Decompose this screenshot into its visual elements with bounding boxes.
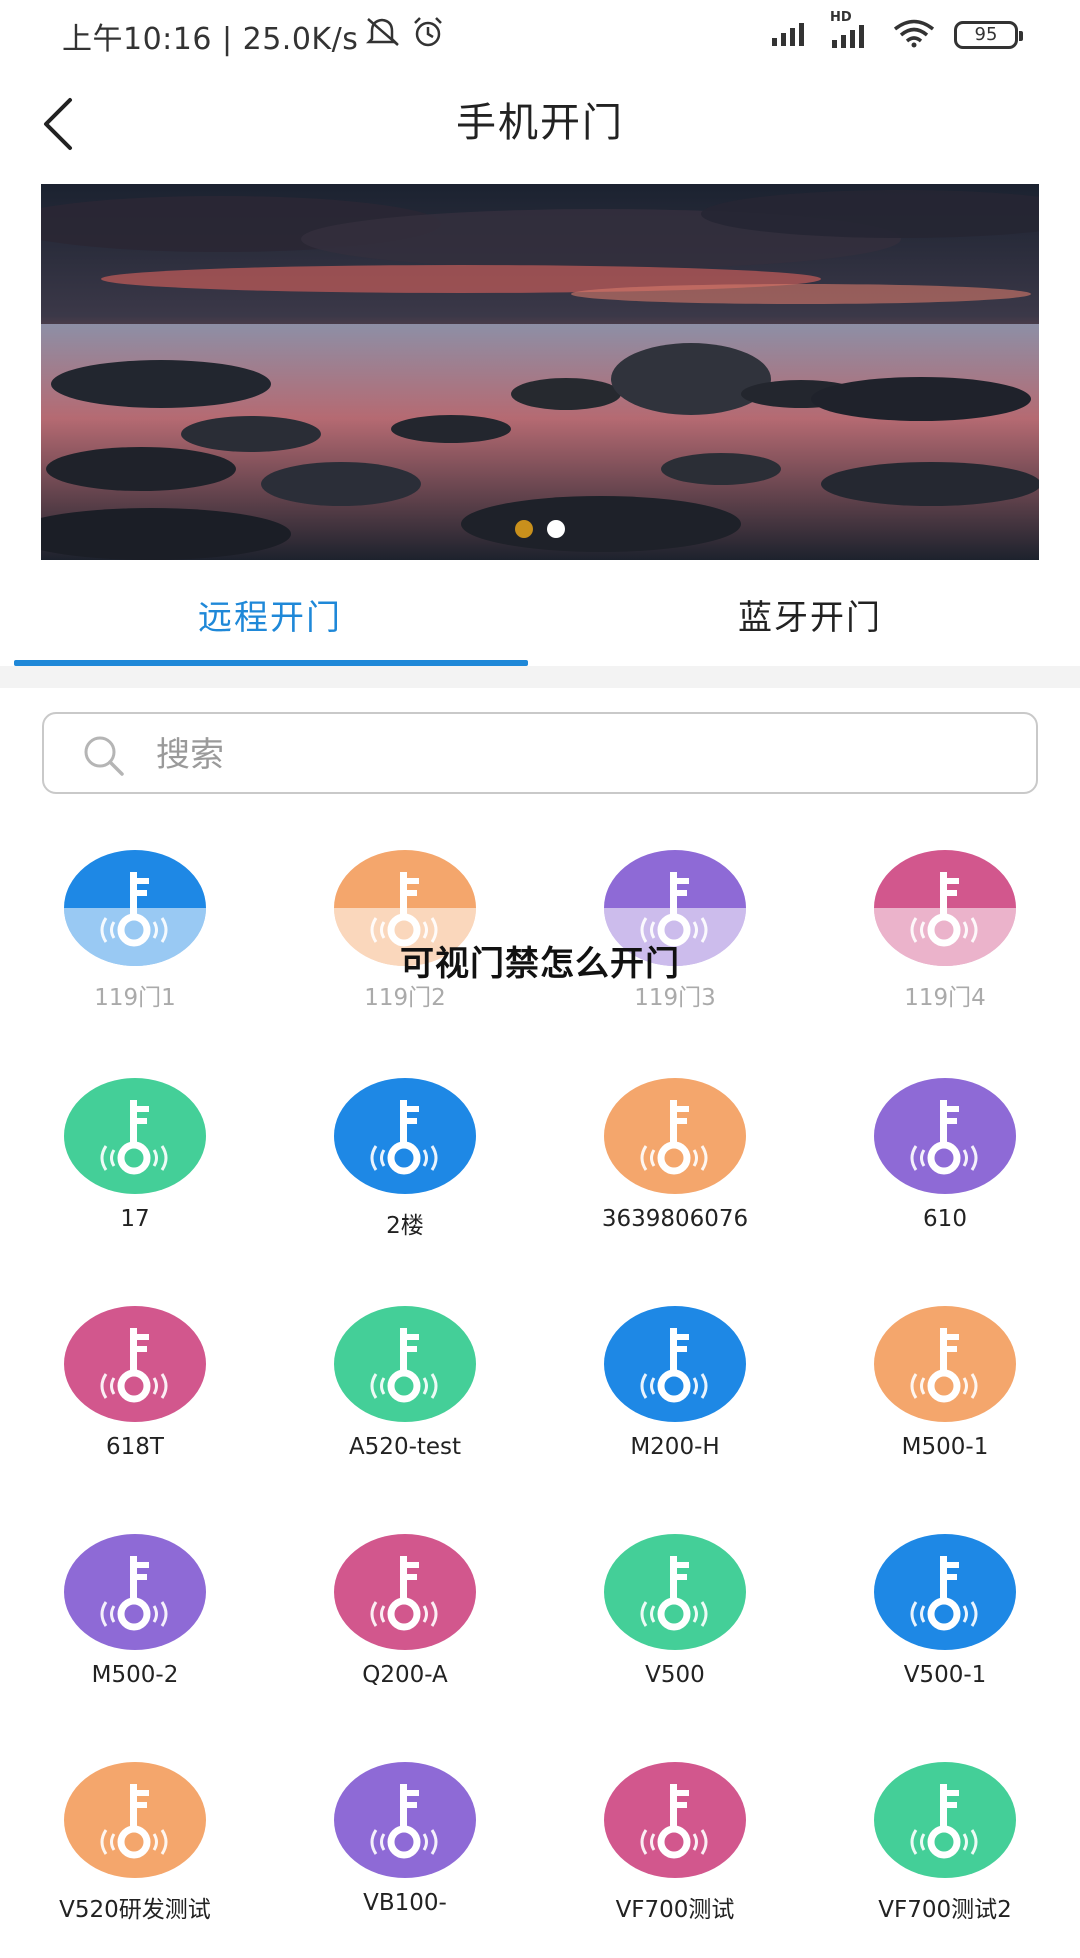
door-label: VF700测试2 bbox=[878, 1897, 1012, 1923]
door-label: V500 bbox=[645, 1662, 705, 1688]
signal-icon bbox=[770, 20, 812, 50]
alarm-icon bbox=[410, 15, 446, 57]
banner-carousel[interactable] bbox=[41, 184, 1039, 560]
door-item[interactable]: V520研发测试 bbox=[0, 1758, 270, 1958]
search-input[interactable] bbox=[154, 726, 1018, 784]
door-label: M500-2 bbox=[91, 1662, 179, 1688]
door-item[interactable]: M500-2 bbox=[0, 1530, 270, 1730]
battery-indicator: 95 bbox=[954, 21, 1023, 49]
banner-image bbox=[41, 184, 1039, 560]
door-label: A520-test bbox=[348, 1434, 462, 1460]
carousel-dots bbox=[41, 520, 1039, 538]
status-left: 上午10:16 | 25.0K/s bbox=[62, 14, 446, 58]
page-title: 手机开门 bbox=[456, 100, 624, 146]
status-bar: 上午10:16 | 25.0K/s HD 95 bbox=[0, 0, 1080, 72]
door-item[interactable]: 2楼 bbox=[270, 1074, 540, 1274]
door-label: 2楼 bbox=[386, 1213, 424, 1239]
key-icon bbox=[100, 1556, 168, 1631]
door-item[interactable]: V500-1 bbox=[810, 1530, 1080, 1730]
wifi-icon bbox=[892, 18, 936, 52]
key-icon bbox=[370, 1784, 438, 1859]
door-item[interactable]: V500 bbox=[540, 1530, 810, 1730]
key-icon bbox=[640, 1784, 708, 1859]
tab-bar: 远程开门 蓝牙开门 bbox=[0, 560, 1080, 666]
door-item[interactable]: 610 bbox=[810, 1074, 1080, 1274]
door-label: 3639806076 bbox=[601, 1206, 749, 1232]
key-icon bbox=[640, 1328, 708, 1403]
door-item[interactable]: Q200-A bbox=[270, 1530, 540, 1730]
key-icon bbox=[910, 1328, 978, 1403]
key-badge bbox=[604, 1078, 746, 1194]
key-badge bbox=[874, 1306, 1016, 1422]
overlay-caption: 可视门禁怎么开门 bbox=[400, 944, 680, 984]
header: 手机开门 bbox=[0, 72, 1080, 180]
section-divider bbox=[0, 666, 1080, 688]
key-icon bbox=[910, 1100, 978, 1175]
door-item[interactable]: M500-1 bbox=[810, 1302, 1080, 1502]
door-label: 618T bbox=[106, 1434, 164, 1460]
door-label: 17 bbox=[120, 1206, 150, 1232]
door-item[interactable]: M200-H bbox=[540, 1302, 810, 1502]
key-icon bbox=[640, 1556, 708, 1631]
door-item[interactable]: 3639806076 bbox=[540, 1074, 810, 1274]
status-right: HD 95 bbox=[770, 10, 1023, 52]
door-label: 610 bbox=[923, 1206, 967, 1232]
door-item[interactable]: 17 bbox=[0, 1074, 270, 1274]
door-label: Q200-A bbox=[362, 1662, 448, 1688]
door-item[interactable]: VF700测试2 bbox=[810, 1758, 1080, 1958]
key-badge bbox=[334, 1078, 476, 1194]
key-badge bbox=[64, 1306, 206, 1422]
door-item[interactable]: VB100- bbox=[270, 1758, 540, 1958]
door-item[interactable]: VF700测试 bbox=[540, 1758, 810, 1958]
door-label: V500-1 bbox=[903, 1662, 987, 1688]
key-icon bbox=[910, 1784, 978, 1859]
key-badge bbox=[334, 1306, 476, 1422]
carousel-dot[interactable] bbox=[547, 520, 565, 538]
key-badge bbox=[604, 1306, 746, 1422]
key-badge bbox=[334, 1762, 476, 1878]
door-label: VB100- bbox=[363, 1890, 447, 1916]
door-label: VF700测试 bbox=[615, 1897, 735, 1923]
key-icon bbox=[100, 1328, 168, 1403]
door-item[interactable]: A520-test bbox=[270, 1302, 540, 1502]
door-label: V520研发测试 bbox=[59, 1897, 211, 1923]
key-badge bbox=[604, 1762, 746, 1878]
key-badge bbox=[64, 1762, 206, 1878]
key-icon bbox=[100, 1100, 168, 1175]
tab-bluetooth-open[interactable]: 蓝牙开门 bbox=[540, 590, 1080, 639]
search-box[interactable] bbox=[42, 712, 1038, 794]
key-icon bbox=[370, 1556, 438, 1631]
battery-level: 95 bbox=[974, 24, 998, 45]
search-icon bbox=[80, 732, 128, 784]
door-label: M500-1 bbox=[901, 1434, 989, 1460]
mute-icon bbox=[364, 15, 404, 57]
key-icon bbox=[100, 1784, 168, 1859]
key-icon bbox=[910, 1556, 978, 1631]
key-badge bbox=[604, 1534, 746, 1650]
carousel-dot[interactable] bbox=[515, 520, 533, 538]
key-badge bbox=[874, 1762, 1016, 1878]
key-badge bbox=[874, 1078, 1016, 1194]
key-badge bbox=[334, 1534, 476, 1650]
key-badge bbox=[874, 1534, 1016, 1650]
key-icon bbox=[370, 1100, 438, 1175]
key-badge bbox=[64, 1534, 206, 1650]
key-badge bbox=[64, 1078, 206, 1194]
door-item[interactable]: 618T bbox=[0, 1302, 270, 1502]
tab-remote-open[interactable]: 远程开门 bbox=[0, 590, 540, 639]
status-time-speed: 上午10:16 | 25.0K/s bbox=[62, 22, 359, 57]
signal-hd-icon: HD bbox=[830, 10, 874, 52]
door-label: M200-H bbox=[630, 1434, 720, 1460]
key-icon bbox=[370, 1328, 438, 1403]
key-icon bbox=[640, 1100, 708, 1175]
hd-badge: HD bbox=[830, 10, 852, 25]
